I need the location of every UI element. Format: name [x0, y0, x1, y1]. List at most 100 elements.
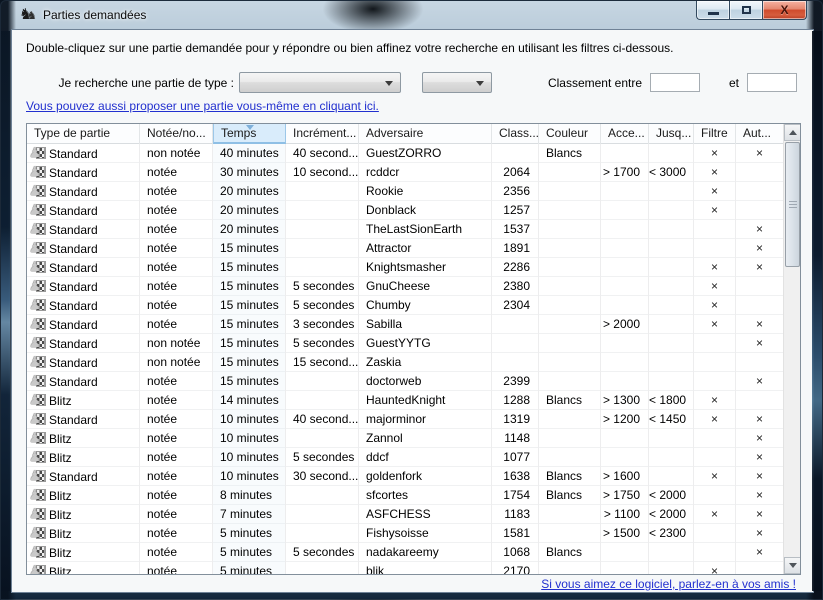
cell — [539, 163, 601, 182]
game-row[interactable]: ♟Standardnon notée15 minutes15 second...… — [27, 353, 783, 372]
game-row[interactable]: ♟Standardnotée20 minutesTheLastSionEarth… — [27, 220, 783, 239]
rating-max-input[interactable] — [747, 73, 797, 92]
game-row[interactable]: ♟Blitznotée5 minutesblik2170× — [27, 562, 783, 574]
column-header-5[interactable]: Adversaire — [359, 124, 492, 144]
column-header-1[interactable]: Type de partie — [27, 124, 140, 144]
column-header-3[interactable]: Temps — [213, 124, 286, 144]
scrollbar-thumb[interactable] — [785, 142, 800, 267]
cell — [649, 448, 694, 467]
cell: 15 minutes — [213, 353, 286, 372]
game-row[interactable]: ♟Standardnotée20 minutesDonblack1257× — [27, 201, 783, 220]
cell: ♟Standard — [27, 467, 140, 486]
game-row[interactable]: ♟Blitznotée5 minutesFishysoisse1581> 150… — [27, 524, 783, 543]
game-type-text: Blitz — [49, 487, 72, 505]
game-row[interactable]: ♟Standardnotée15 minutes5 secondesGnuChe… — [27, 277, 783, 296]
game-row[interactable]: ♟Blitznotée10 minutesZannol1148× — [27, 429, 783, 448]
cell: 14 minutes — [213, 391, 286, 410]
cell — [539, 258, 601, 277]
cell — [539, 505, 601, 524]
column-header-11[interactable]: Aut... — [736, 124, 783, 144]
propose-game-link[interactable]: Vous pouvez aussi proposer une partie vo… — [26, 99, 379, 113]
column-header-6[interactable]: Class... — [492, 124, 539, 144]
game-row[interactable]: ♟Standardnon notée40 minutes40 second...… — [27, 144, 783, 163]
column-header-4[interactable]: Incrément... — [286, 124, 359, 144]
game-row[interactable]: ♟Standardnotée20 minutesRookie2356× — [27, 182, 783, 201]
chess-pawn-board-icon: ♟ — [30, 488, 47, 503]
game-row[interactable]: ♟Standardnotée10 minutes40 second...majo… — [27, 410, 783, 429]
cell: × — [736, 467, 783, 486]
vertical-scrollbar[interactable] — [783, 124, 800, 574]
game-row[interactable]: ♟Blitznotée8 minutessfcortes1754Blancs> … — [27, 486, 783, 505]
cell: 20 minutes — [213, 220, 286, 239]
cell: > 1750 — [601, 486, 649, 505]
intro-text: Double-cliquez sur une partie demandée p… — [26, 41, 673, 55]
column-header-9[interactable]: Jusq... — [649, 124, 694, 144]
cell — [736, 201, 783, 220]
cell: ♟Standard — [27, 239, 140, 258]
cell: × — [694, 201, 736, 220]
rating-min-input[interactable] — [650, 73, 700, 92]
cell: 2304 — [492, 296, 539, 315]
cell — [694, 448, 736, 467]
cell — [649, 562, 694, 574]
cell — [539, 277, 601, 296]
maximize-button[interactable] — [729, 1, 762, 20]
column-header-2[interactable]: Notée/no... — [140, 124, 213, 144]
titlebar[interactable]: ♞♞ Parties demandées X — [1, 1, 822, 29]
cell: < 2300 — [649, 524, 694, 543]
column-header-7[interactable]: Couleur — [539, 124, 601, 144]
cell: ASFCHESS — [359, 505, 492, 524]
cell: × — [736, 372, 783, 391]
game-row[interactable]: ♟Standardnotée15 minutes3 secondesSabill… — [27, 315, 783, 334]
cell: notée — [140, 543, 213, 562]
game-row[interactable]: ♟Standardnotée15 minutesdoctorweb2399× — [27, 372, 783, 391]
scroll-up-button[interactable] — [784, 124, 801, 141]
cell: 5 minutes — [213, 524, 286, 543]
share-app-link[interactable]: Si vous aimez ce logiciel, parlez-en à v… — [541, 577, 796, 591]
game-row[interactable]: ♟Standardnotée10 minutes30 second...gold… — [27, 467, 783, 486]
game-row[interactable]: ♟Blitznotée10 minutes5 secondesddcf1077× — [27, 448, 783, 467]
chess-pawn-board-icon: ♟ — [30, 450, 47, 465]
chess-pawn-board-icon: ♟ — [30, 222, 47, 237]
minimize-icon — [708, 12, 719, 15]
cell — [601, 258, 649, 277]
cell — [649, 467, 694, 486]
cell — [694, 543, 736, 562]
cell: Attractor — [359, 239, 492, 258]
game-type-text: Standard — [49, 202, 98, 220]
chess-pawn-board-icon: ♟ — [30, 412, 47, 427]
chess-pawn-board-icon: ♟ — [30, 298, 47, 313]
cell: 5 minutes — [213, 562, 286, 574]
game-row[interactable]: ♟Standardnotée30 minutes10 second...rcdd… — [27, 163, 783, 182]
column-header-8[interactable]: Acce... — [601, 124, 649, 144]
game-type-text: Standard — [49, 297, 98, 315]
game-row[interactable]: ♟Standardnotée15 minutesKnightsmasher228… — [27, 258, 783, 277]
game-row[interactable]: ♟Blitznotée14 minutesHauntedKnight1288Bl… — [27, 391, 783, 410]
column-header-10[interactable]: Filtre — [694, 124, 736, 144]
cell: Chumby — [359, 296, 492, 315]
cell: > 1500 — [601, 524, 649, 543]
chess-pawn-board-icon: ♟ — [30, 374, 47, 389]
cell: 1638 — [492, 467, 539, 486]
close-button[interactable]: X — [762, 1, 807, 20]
cell: × — [694, 144, 736, 163]
cell — [601, 296, 649, 315]
game-row[interactable]: ♟Blitznotée5 minutes5 secondesnadakareem… — [27, 543, 783, 562]
game-row[interactable]: ♟Blitznotée7 minutesASFCHESS1183> 1100< … — [27, 505, 783, 524]
game-row[interactable]: ♟Standardnon notée15 minutes5 secondesGu… — [27, 334, 783, 353]
chess-pawn-board-icon: ♟ — [30, 393, 47, 408]
scroll-down-button[interactable] — [784, 557, 801, 574]
dialog-content: Double-cliquez sur une partie demandée p… — [11, 29, 814, 593]
cell: < 3000 — [649, 163, 694, 182]
game-type-select[interactable] — [239, 72, 401, 93]
game-type-text: Blitz — [49, 525, 72, 543]
chess-pawn-board-icon: ♟ — [30, 336, 47, 351]
cell — [694, 486, 736, 505]
game-row[interactable]: ♟Standardnotée15 minutesAttractor1891× — [27, 239, 783, 258]
cell: × — [736, 258, 783, 277]
cell: 15 minutes — [213, 296, 286, 315]
minimize-button[interactable] — [696, 1, 729, 20]
game-row[interactable]: ♟Standardnotée15 minutes5 secondesChumby… — [27, 296, 783, 315]
cell — [694, 239, 736, 258]
cell — [492, 334, 539, 353]
